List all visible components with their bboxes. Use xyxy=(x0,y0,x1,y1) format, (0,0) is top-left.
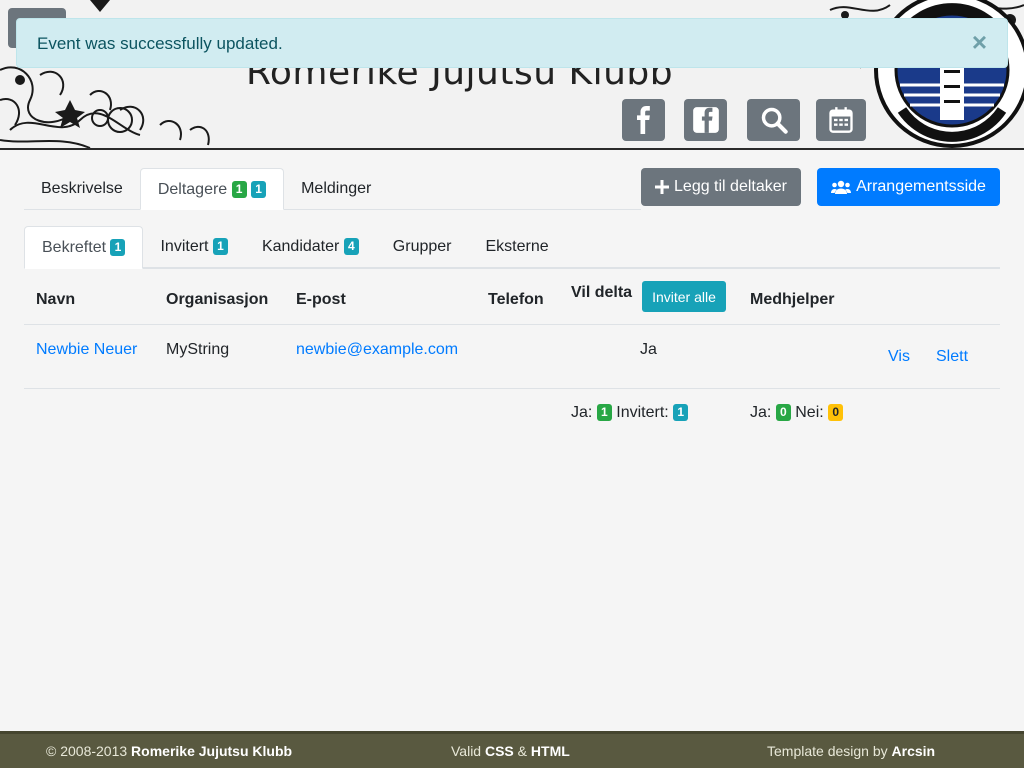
tab-label: Eksterne xyxy=(485,238,549,255)
participant-name-link[interactable]: Newbie Neuer xyxy=(36,341,137,359)
yes-label: Ja: xyxy=(571,404,593,421)
tab-label: Invitert xyxy=(160,238,209,255)
site-footer: © 2008-2013 Romerike Jujutsu Klubb Valid… xyxy=(0,731,1024,768)
tab-label: Bekreftet xyxy=(42,239,107,256)
column-header-email[interactable]: E-post xyxy=(296,291,346,309)
button-label: Legg til deltaker xyxy=(674,178,787,195)
footer-validation: Valid CSS & HTML xyxy=(451,743,570,759)
attending-summary: Ja: 1 Invitert: 1 xyxy=(571,404,689,422)
footer-club-link[interactable]: Romerike Jujutsu Klubb xyxy=(131,743,292,759)
participants-badge-teal: 1 xyxy=(251,181,267,198)
facebook-square-icon xyxy=(692,107,719,133)
search-icon xyxy=(761,107,788,134)
button-label: Arrangementsside xyxy=(856,178,986,195)
confirmed-count-badge: 1 xyxy=(110,239,126,256)
helper-summary: Ja: 0 Nei: 0 xyxy=(750,404,844,422)
copyright-text: © 2008-2013 xyxy=(46,743,132,759)
tab-invited[interactable]: Invitert 1 xyxy=(143,226,244,267)
show-link[interactable]: Vis xyxy=(888,348,910,366)
add-participant-button[interactable]: Legg til deltaker xyxy=(641,168,801,206)
participant-attending: Ja xyxy=(640,341,657,358)
footer-copyright: © 2008-2013 Romerike Jujutsu Klubb xyxy=(46,743,292,759)
yes-count-badge: 1 xyxy=(596,404,612,421)
column-header-organization[interactable]: Organisasjon xyxy=(166,291,268,309)
facebook-button[interactable] xyxy=(622,99,665,141)
facebook-group-button[interactable] xyxy=(684,99,727,141)
tab-candidates[interactable]: Kandidater 4 xyxy=(245,226,376,267)
table-divider xyxy=(24,324,1000,325)
tab-description[interactable]: Beskrivelse xyxy=(24,168,140,209)
amp-text: & xyxy=(513,743,531,759)
invite-all-button[interactable]: Inviter alle xyxy=(642,281,726,312)
participants-badge-green: 1 xyxy=(231,181,247,198)
close-icon[interactable]: × xyxy=(972,29,987,55)
participant-tabs: Bekreftet 1 Invitert 1 Kandidater 4 Grup… xyxy=(24,226,1000,269)
column-header-phone[interactable]: Telefon xyxy=(488,291,544,309)
plus-icon xyxy=(655,180,670,194)
css-link[interactable]: CSS xyxy=(485,743,514,759)
invited-count-badge: 1 xyxy=(673,404,689,421)
alert-message: Event was successfully updated. xyxy=(37,34,283,53)
tab-label: Deltagere xyxy=(157,181,228,198)
column-header-helper[interactable]: Medhjelper xyxy=(750,291,834,309)
tab-confirmed[interactable]: Bekreftet 1 xyxy=(24,226,144,269)
tab-groups[interactable]: Grupper xyxy=(376,226,469,267)
users-icon xyxy=(831,180,852,194)
helper-yes-count-badge: 0 xyxy=(775,404,791,421)
helper-no-count-badge: 0 xyxy=(828,404,844,421)
tab-label: Kandidater xyxy=(261,238,340,255)
search-button[interactable] xyxy=(747,99,800,141)
html-link[interactable]: HTML xyxy=(531,743,570,759)
column-header-name[interactable]: Navn xyxy=(36,291,75,309)
candidates-count-badge: 4 xyxy=(343,238,359,255)
tab-label: Meldinger xyxy=(301,180,372,197)
success-alert: Event was successfully updated. × xyxy=(16,18,1008,68)
tab-label: Grupper xyxy=(392,238,452,255)
column-header-attending[interactable]: Vil delta xyxy=(571,284,632,302)
facebook-icon xyxy=(636,106,650,134)
designer-link[interactable]: Arcsin xyxy=(892,743,936,759)
calendar-icon xyxy=(829,107,853,133)
tab-external[interactable]: Eksterne xyxy=(469,226,566,267)
table-divider xyxy=(24,388,1000,389)
footer-credit: Template design by Arcsin xyxy=(767,743,935,759)
valid-text: Valid xyxy=(451,743,485,759)
delete-link[interactable]: Slett xyxy=(936,348,968,366)
helper-yes-label: Ja: xyxy=(750,404,772,421)
tab-messages[interactable]: Meldinger xyxy=(284,168,388,209)
invited-count-badge: 1 xyxy=(212,238,228,255)
participant-organization: MyString xyxy=(166,341,230,358)
helper-no-label: Nei: xyxy=(795,404,824,421)
invited-label: Invitert: xyxy=(616,404,669,421)
participant-email-link[interactable]: newbie@example.com xyxy=(296,341,458,359)
event-page-button[interactable]: Arrangementsside xyxy=(817,168,1000,206)
tab-participants[interactable]: Deltagere 1 1 xyxy=(139,168,285,210)
credit-text: Template design by xyxy=(767,743,892,759)
event-tabs: Beskrivelse Deltagere 1 1 Meldinger xyxy=(24,168,641,210)
tab-label: Beskrivelse xyxy=(41,180,123,197)
calendar-button[interactable] xyxy=(816,99,866,141)
